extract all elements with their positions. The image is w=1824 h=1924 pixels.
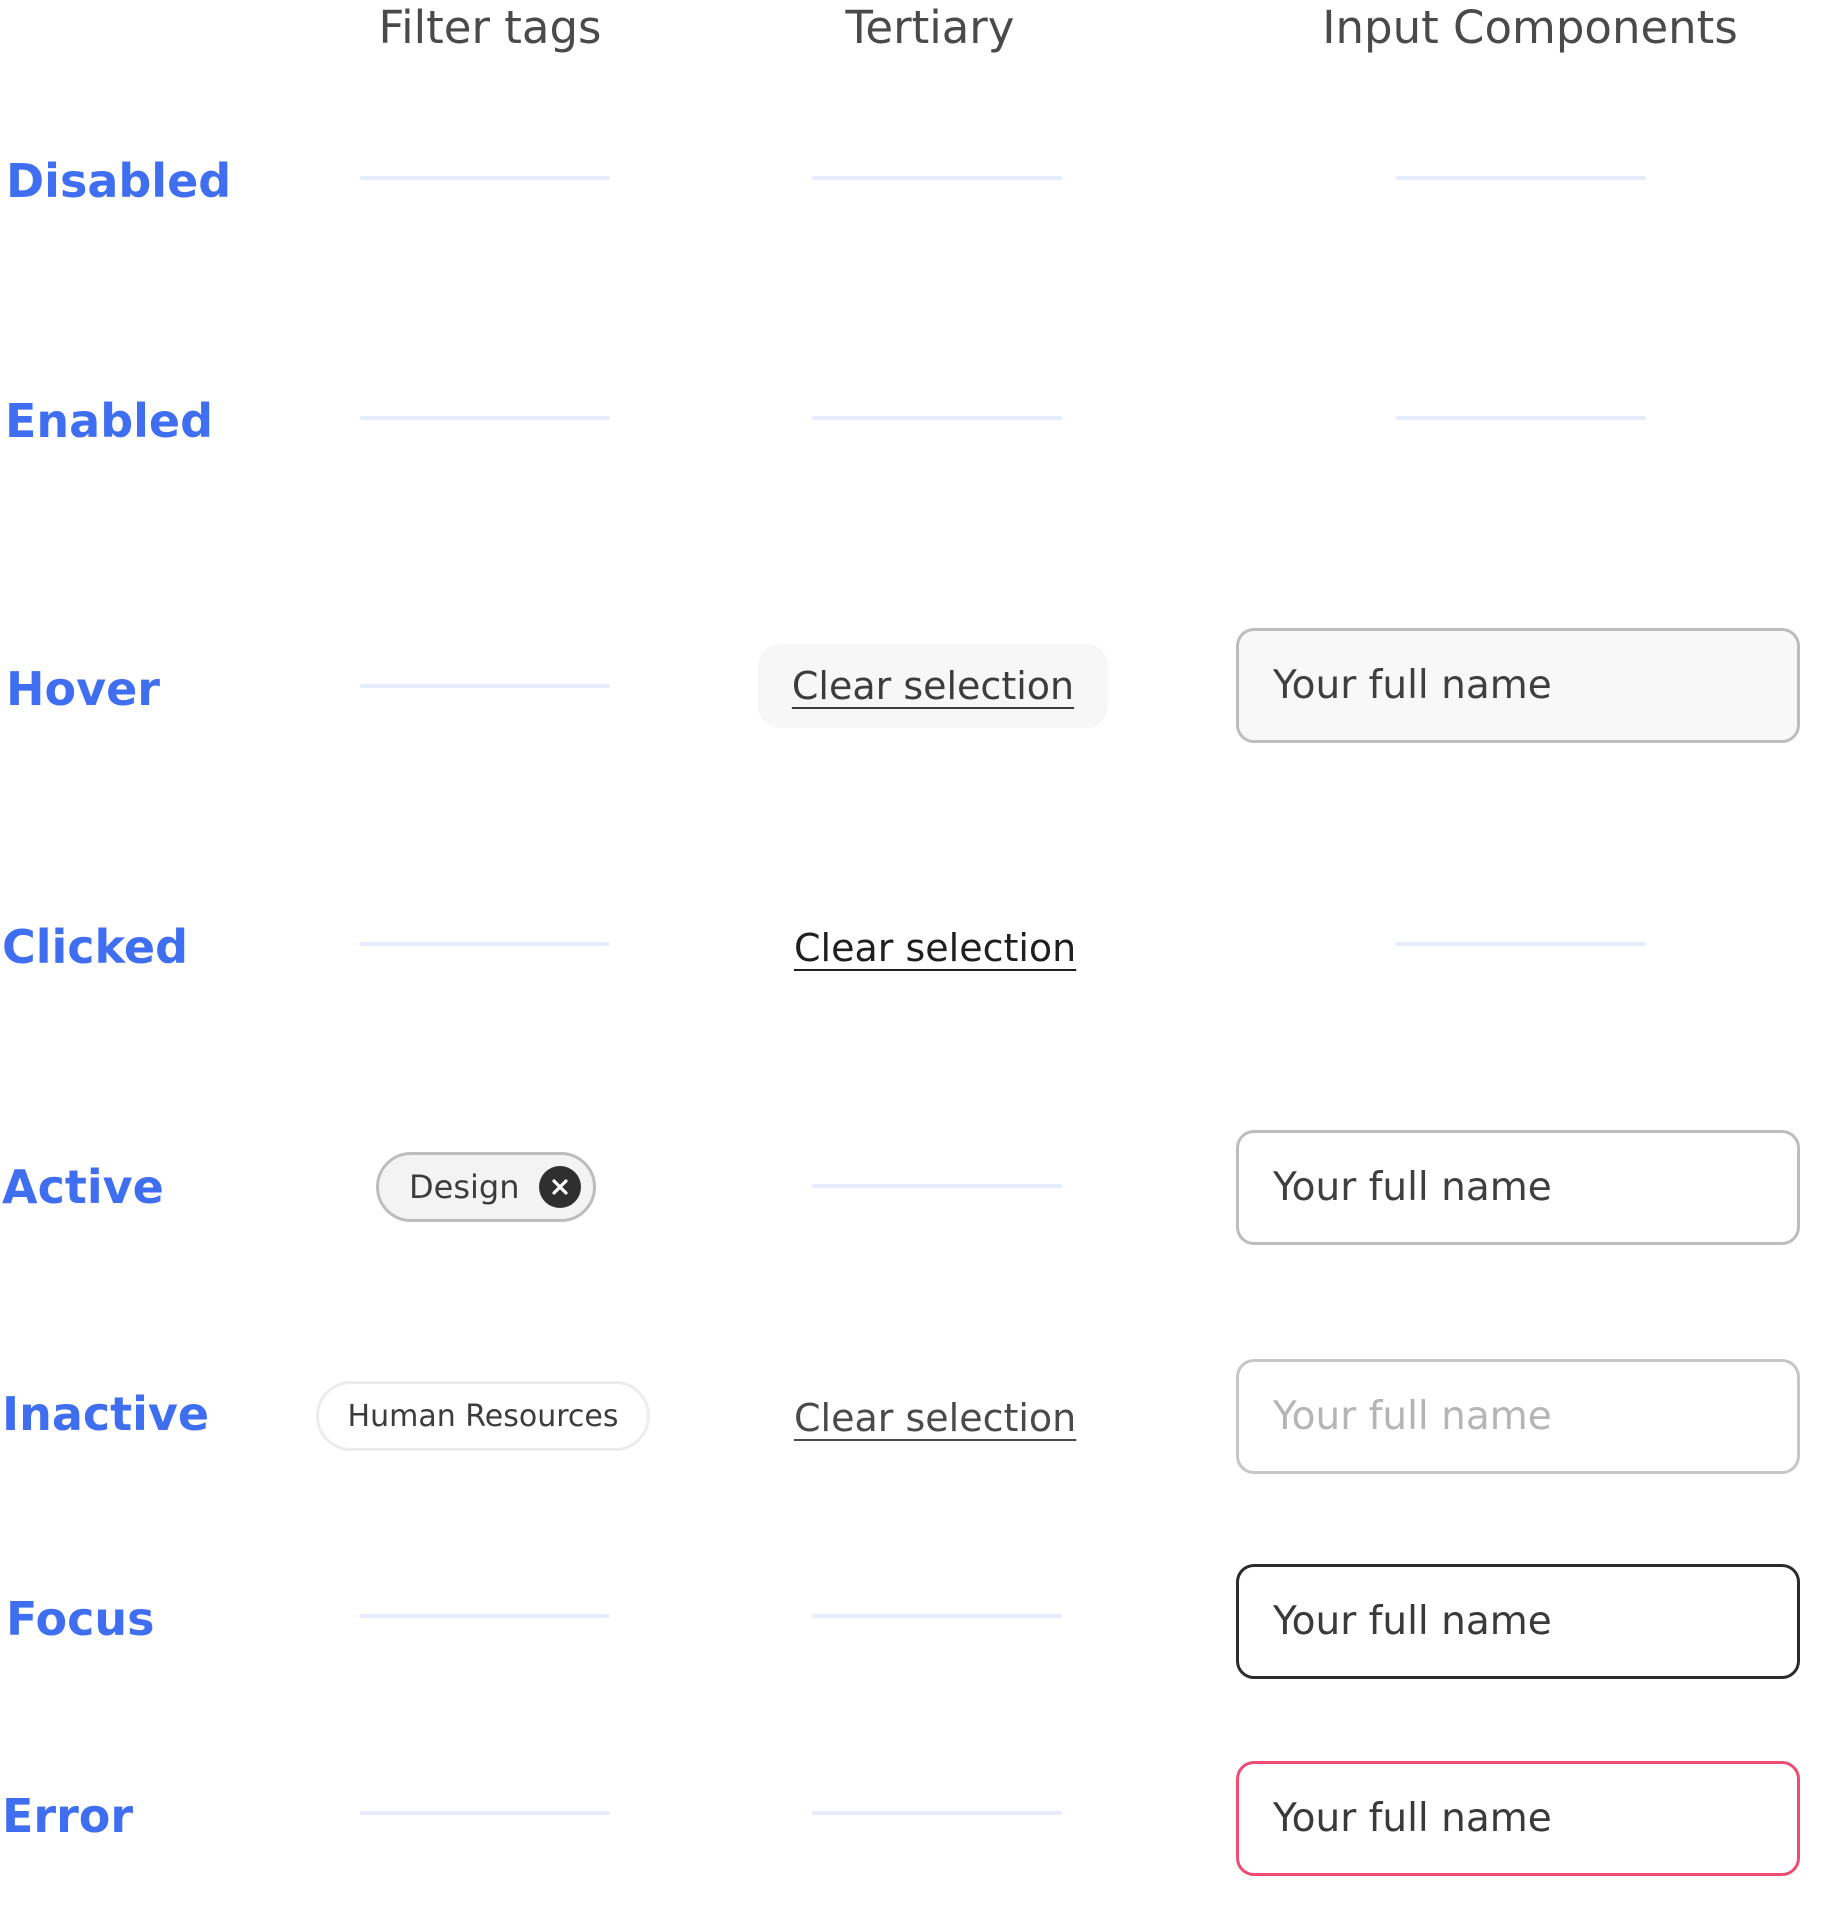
- filter-tag-active[interactable]: Design: [376, 1152, 596, 1222]
- row-label-error: Error: [2, 1789, 134, 1843]
- row-label-active: Active: [2, 1160, 164, 1214]
- row-label-inactive: Inactive: [2, 1387, 210, 1441]
- tag-label: Human Resources: [347, 1398, 619, 1434]
- full-name-input-active[interactable]: Your full name: [1236, 1130, 1800, 1245]
- row-label-hover: Hover: [6, 662, 160, 716]
- input-text: Your full name: [1273, 1599, 1552, 1644]
- empty-state-line: [1396, 416, 1646, 420]
- row-label-focus: Focus: [6, 1592, 155, 1646]
- empty-state-line: [1396, 942, 1646, 946]
- close-circle-icon[interactable]: [539, 1166, 581, 1208]
- row-label-disabled: Disabled: [6, 154, 232, 208]
- empty-state-line: [360, 684, 610, 688]
- empty-state-line: [812, 416, 1062, 420]
- row-label-enabled: Enabled: [5, 394, 214, 448]
- clear-selection-button-hover[interactable]: Clear selection: [758, 644, 1108, 728]
- empty-state-line: [812, 1184, 1062, 1188]
- empty-state-line: [360, 416, 610, 420]
- tag-label: Design: [409, 1168, 520, 1206]
- full-name-input-hover[interactable]: Your full name: [1236, 628, 1800, 743]
- column-header-filter-tags: Filter tags: [378, 1, 602, 54]
- empty-state-line: [360, 1614, 610, 1618]
- empty-state-line: [1396, 176, 1646, 180]
- clear-selection-button-clicked[interactable]: Clear selection: [794, 918, 1076, 978]
- input-text: Your full name: [1273, 1165, 1552, 1210]
- empty-state-line: [812, 1811, 1062, 1815]
- empty-state-line: [360, 176, 610, 180]
- column-header-input-components: Input Components: [1322, 1, 1738, 54]
- row-label-clicked: Clicked: [2, 920, 189, 974]
- empty-state-line: [360, 1811, 610, 1815]
- clear-selection-button-inactive[interactable]: Clear selection: [794, 1388, 1076, 1448]
- empty-state-line: [812, 1614, 1062, 1618]
- input-text: Your full name: [1273, 1796, 1552, 1841]
- input-text: Your full name: [1273, 663, 1552, 708]
- filter-tag-inactive[interactable]: Human Resources: [316, 1381, 650, 1451]
- empty-state-line: [360, 942, 610, 946]
- column-header-tertiary: Tertiary: [845, 1, 1015, 54]
- full-name-input-focus[interactable]: Your full name: [1236, 1564, 1800, 1679]
- input-placeholder: Your full name: [1273, 1394, 1552, 1439]
- full-name-input-error[interactable]: Your full name: [1236, 1761, 1800, 1876]
- full-name-input-inactive[interactable]: Your full name: [1236, 1359, 1800, 1474]
- empty-state-line: [812, 176, 1062, 180]
